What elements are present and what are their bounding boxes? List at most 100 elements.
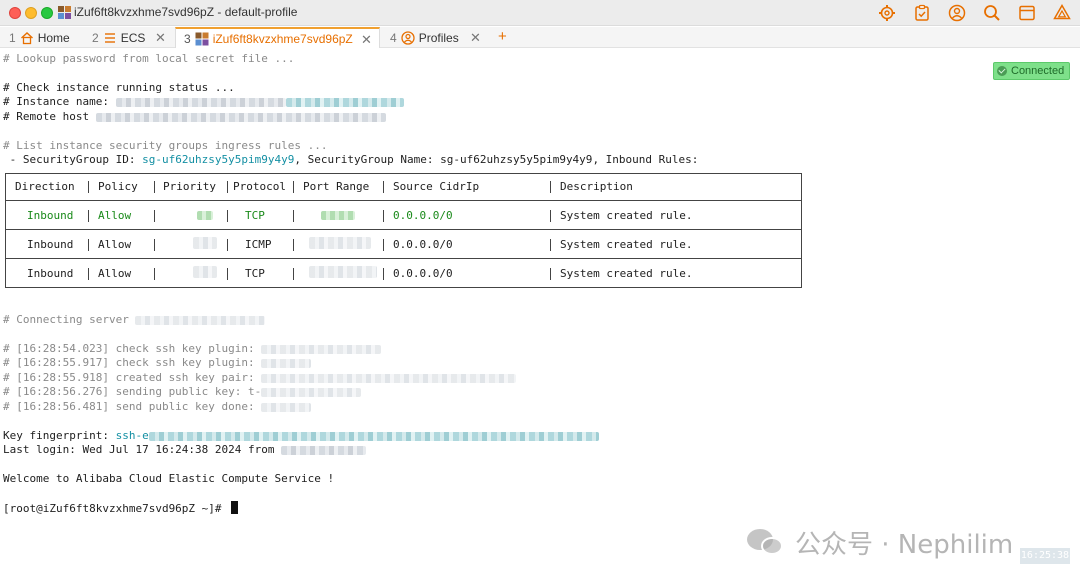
tab-ecs[interactable]: 2 ECS ✕ bbox=[92, 27, 174, 48]
redacted-text bbox=[321, 211, 355, 220]
watermark-text: 公众号 · Nephilim bbox=[795, 529, 1014, 560]
log-text: # [16:28:56.276] sending public key: bbox=[3, 385, 249, 398]
log-text: # [16:28:55.917] check ssh key plugin: bbox=[3, 356, 262, 369]
instance-icon bbox=[58, 6, 71, 19]
tab-label: Home bbox=[37, 30, 70, 45]
policy-cell: Allow bbox=[98, 238, 132, 251]
tab-home[interactable]: 1 Home bbox=[9, 27, 81, 48]
security-group-name: sg-uf62uhzsy5y5pim9y4y9 bbox=[440, 153, 593, 166]
column-header-direction: Direction bbox=[15, 180, 75, 193]
security-group-line: - SecurityGroup ID: sg-uf62uhzsy5y5pim9y… bbox=[3, 153, 699, 167]
last-login-text: Last login: Wed Jul 17 16:24:38 2024 fro… bbox=[3, 443, 282, 456]
home-icon bbox=[20, 31, 33, 44]
close-window-button[interactable] bbox=[9, 7, 21, 19]
log-line: # [16:28:56.481] send public key done: bbox=[3, 400, 312, 414]
redacted-text bbox=[95, 112, 386, 122]
instance-name-line: # Instance name: bbox=[3, 95, 404, 109]
log-line: # [16:28:55.917] check ssh key plugin: bbox=[3, 356, 312, 370]
search-icon[interactable] bbox=[983, 4, 1001, 22]
check-status-line: # Check instance running status ... bbox=[3, 81, 235, 94]
tab-instance[interactable]: 3 iZuf6ft8kvzxhme7svd96pZ ✕ bbox=[175, 27, 380, 48]
tab-label: Profiles bbox=[418, 30, 459, 45]
new-tab-button[interactable]: + bbox=[498, 28, 507, 45]
close-tab-icon[interactable]: ✕ bbox=[361, 32, 372, 48]
policy-cell: Allow bbox=[98, 267, 132, 280]
column-header-policy: Policy bbox=[98, 180, 138, 193]
clipboard-check-icon[interactable] bbox=[913, 4, 931, 22]
tab-profiles[interactable]: 4 Profiles ✕ bbox=[390, 27, 490, 48]
protocol-cell: TCP bbox=[245, 209, 265, 222]
fingerprint-line: Key fingerprint: ssh-e bbox=[3, 429, 599, 443]
log-text: t- bbox=[248, 385, 262, 398]
log-text: # [16:28:54.023] check ssh key plugin: bbox=[3, 342, 262, 355]
column-header-description: Description bbox=[560, 180, 633, 193]
layout-panel-icon[interactable] bbox=[1018, 4, 1036, 22]
brand-logo-icon[interactable] bbox=[1053, 4, 1071, 22]
column-header-protocol: Protocol bbox=[233, 180, 286, 193]
column-header-source-cidr: Source CidrIp bbox=[393, 180, 480, 193]
log-text: # [16:28:55.918] created ssh key pair: bbox=[3, 371, 262, 384]
redacted-text bbox=[115, 97, 286, 107]
close-tab-icon[interactable]: ✕ bbox=[470, 30, 481, 46]
profile-icon bbox=[401, 30, 415, 45]
direction-cell: Inbound bbox=[27, 209, 74, 222]
instance-name-label: # Instance name: bbox=[3, 95, 116, 108]
connecting-line: # Connecting server bbox=[3, 313, 266, 327]
log-line: # [16:28:55.918] created ssh key pair: bbox=[3, 371, 517, 385]
redacted-text bbox=[281, 445, 367, 455]
redacted-text bbox=[261, 402, 312, 412]
column-header-priority: Priority bbox=[163, 180, 216, 193]
shell-prompt-line[interactable]: [root@iZuf6ft8kvzxhme7svd96pZ ~]# bbox=[3, 501, 239, 515]
redacted-text bbox=[197, 211, 213, 220]
terminal-cursor bbox=[231, 501, 239, 514]
last-login-line: Last login: Wed Jul 17 16:24:38 2024 fro… bbox=[3, 443, 367, 457]
minimize-window-button[interactable] bbox=[25, 7, 37, 19]
security-rules-table: Direction Policy Priority Protocol Port … bbox=[5, 173, 802, 292]
description-cell: System created rule. bbox=[560, 267, 693, 280]
wechat-icon bbox=[745, 526, 787, 558]
log-text: # [16:28:56.481] send public key done: bbox=[3, 400, 262, 413]
window-title: iZuf6ft8kvzxhme7svd96pZ - default-profil… bbox=[74, 5, 298, 19]
source-cidr-cell: 0.0.0.0/0 bbox=[393, 267, 453, 280]
tab-number: 1 bbox=[9, 30, 16, 45]
sg-suffix: , Inbound Rules: bbox=[592, 153, 699, 166]
title-bar: iZuf6ft8kvzxhme7svd96pZ - default-profil… bbox=[0, 0, 1080, 26]
tab-bar: 1 Home 2 ECS ✕ 3 iZuf6ft8kvzxhme7svd96pZ… bbox=[0, 27, 1080, 48]
tab-number: 4 bbox=[390, 30, 397, 45]
redacted-text bbox=[261, 387, 362, 397]
shell-prompt: [root@iZuf6ft8kvzxhme7svd96pZ ~]# bbox=[3, 502, 229, 515]
description-cell: System created rule. bbox=[560, 209, 693, 222]
redacted-text bbox=[193, 237, 217, 249]
tab-number: 3 bbox=[184, 31, 191, 46]
close-tab-icon[interactable]: ✕ bbox=[155, 30, 166, 46]
tab-label: iZuf6ft8kvzxhme7svd96pZ bbox=[212, 31, 353, 46]
redacted-text bbox=[261, 344, 382, 354]
tab-number: 2 bbox=[92, 30, 99, 45]
redacted-text bbox=[309, 237, 371, 249]
log-line: # [16:28:54.023] check ssh key plugin: bbox=[3, 342, 382, 356]
zoom-window-button[interactable] bbox=[41, 7, 53, 19]
time-badge: 16:25:38 bbox=[1020, 548, 1070, 564]
user-icon[interactable] bbox=[948, 4, 966, 22]
redacted-text bbox=[148, 431, 599, 441]
check-circle-icon bbox=[997, 66, 1007, 76]
terminal-output[interactable]: # Lookup password from local secret file… bbox=[0, 49, 1080, 585]
policy-cell: Allow bbox=[98, 209, 132, 222]
welcome-line: Welcome to Alibaba Cloud Elastic Compute… bbox=[3, 472, 335, 485]
security-group-id: sg-uf62uhzsy5y5pim9y4y9 bbox=[142, 153, 295, 166]
list-rules-line: # List instance security groups ingress … bbox=[3, 139, 328, 152]
fingerprint-label: Key fingerprint: bbox=[3, 429, 116, 442]
sg-prefix: - SecurityGroup ID: bbox=[3, 153, 143, 166]
fingerprint-value: ssh-e bbox=[115, 429, 149, 442]
column-header-port-range: Port Range bbox=[303, 180, 370, 193]
source-cidr-cell: 0.0.0.0/0 bbox=[393, 238, 453, 251]
instance-icon bbox=[195, 32, 209, 45]
sg-name-label: , SecurityGroup Name: bbox=[294, 153, 441, 166]
protocol-cell: ICMP bbox=[245, 238, 272, 251]
redacted-text bbox=[261, 358, 312, 368]
direction-cell: Inbound bbox=[27, 238, 74, 251]
redacted-text bbox=[261, 373, 517, 383]
remote-host-line: # Remote host bbox=[3, 110, 386, 124]
lookup-line: # Lookup password from local secret file… bbox=[3, 52, 295, 65]
gear-icon[interactable] bbox=[878, 4, 896, 22]
